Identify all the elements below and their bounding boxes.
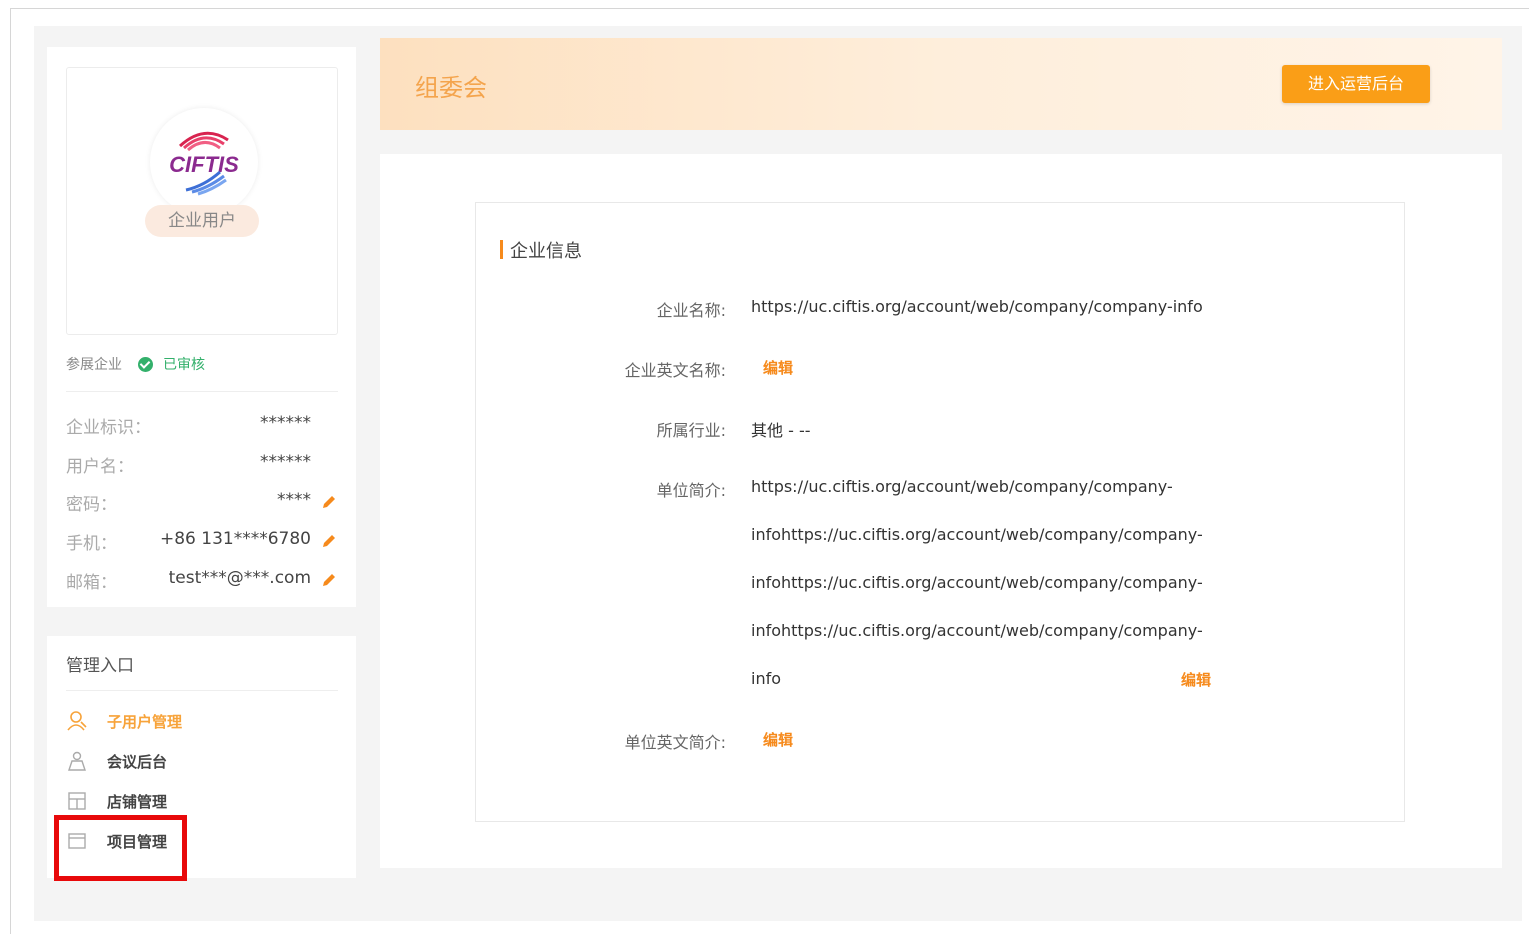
intro-line: infohttps://uc.ciftis.org/account/web/co… — [751, 573, 1203, 592]
company-logo: CIFTIS — [150, 108, 258, 216]
info-value: ****** — [260, 413, 311, 433]
info-row-email: 邮箱： test***@***.com — [66, 568, 338, 593]
nav-item-label: 子用户管理 — [107, 712, 183, 731]
status-badge: 已审核 — [163, 357, 205, 373]
field-label-intro: 单位简介: — [656, 481, 726, 500]
header-banner: 组委会 进入运营后台 — [380, 38, 1502, 130]
intro-line: info — [751, 669, 782, 688]
info-label: 邮箱： — [66, 573, 117, 593]
field-label-en-name: 企业英文名称: — [624, 361, 726, 380]
edit-pencil-icon[interactable] — [320, 493, 338, 511]
ciftis-logo-icon: CIFTIS — [169, 131, 239, 196]
enter-ops-backend-button[interactable]: 进入运营后台 — [1282, 65, 1430, 103]
info-label: 手机： — [66, 534, 117, 554]
field-label-industry: 所属行业: — [656, 421, 726, 440]
intro-line: https://uc.ciftis.org/account/web/compan… — [751, 477, 1173, 496]
intro-line: infohttps://uc.ciftis.org/account/web/co… — [751, 525, 1203, 544]
info-row-company-id: 企业标识： ****** — [66, 413, 338, 438]
nav-item-sub-user[interactable]: 子用户管理 — [66, 709, 182, 733]
field-value-name: https://uc.ciftis.org/account/web/compan… — [751, 297, 1203, 316]
field-label-name: 企业名称: — [656, 301, 726, 320]
edit-en-intro-link[interactable]: 编辑 — [763, 729, 793, 750]
user-icon — [67, 711, 87, 731]
info-label: 用户名： — [66, 457, 134, 477]
company-type-label: 参展企业 — [66, 357, 122, 373]
edit-intro-link[interactable]: 编辑 — [1181, 669, 1211, 690]
intro-line: infohttps://uc.ciftis.org/account/web/co… — [751, 621, 1203, 640]
field-value-industry: 其他 - -- — [751, 421, 811, 440]
info-label: 企业标识： — [66, 418, 151, 438]
info-row-username: 用户名： ****** — [66, 452, 338, 477]
edit-en-name-link[interactable]: 编辑 — [763, 357, 793, 378]
section-title: 企业信息 — [500, 237, 582, 263]
info-value: ****** — [260, 452, 311, 472]
divider — [66, 690, 338, 691]
user-type-badge: 企业用户 — [145, 205, 259, 237]
management-title: 管理入口 — [66, 656, 134, 676]
meeting-icon — [68, 751, 86, 771]
nav-item-label: 店铺管理 — [107, 792, 168, 811]
nav-item-meeting[interactable]: 会议后台 — [66, 749, 167, 773]
status-row: 参展企业 已审核 — [66, 353, 205, 375]
info-value: **** — [277, 490, 311, 510]
nav-item-shop[interactable]: 店铺管理 — [66, 789, 167, 813]
check-circle-icon — [138, 356, 153, 372]
info-label: 密码： — [66, 495, 117, 515]
edit-pencil-icon[interactable] — [320, 532, 338, 550]
divider — [66, 391, 338, 392]
info-row-phone: 手机： +86 131****6780 — [66, 529, 338, 554]
nav-item-label: 会议后台 — [107, 752, 168, 771]
info-row-password: 密码： **** — [66, 490, 338, 515]
info-value: test***@***.com — [168, 568, 311, 588]
logo-box: CIFTIS 企业用户 — [66, 67, 338, 335]
profile-card: CIFTIS 企业用户 参展企业 已审核 企业标识： ****** 用户名： *… — [47, 47, 356, 607]
field-label-en-intro: 单位英文简介: — [624, 733, 726, 752]
page-title: 组委会 — [415, 74, 487, 102]
edit-pencil-icon[interactable] — [320, 571, 338, 589]
main-content: 企业信息 企业名称: https://uc.ciftis.org/account… — [380, 154, 1502, 868]
company-info-card: 企业信息 企业名称: https://uc.ciftis.org/account… — [475, 202, 1405, 822]
highlight-annotation — [54, 815, 187, 881]
logo-text: CIFTIS — [169, 152, 239, 177]
info-value: +86 131****6780 — [160, 529, 311, 549]
shop-icon — [68, 792, 86, 810]
